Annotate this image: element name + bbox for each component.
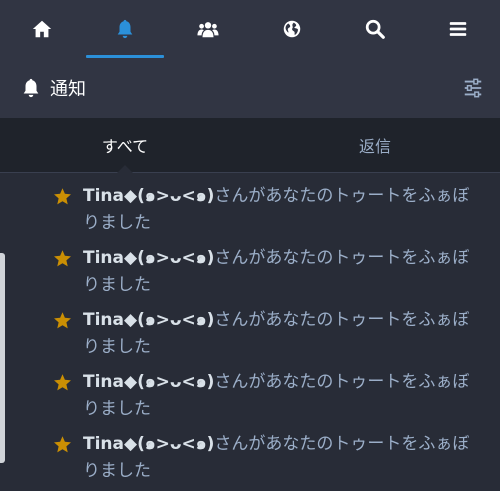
star-icon — [54, 374, 71, 391]
tab-search[interactable] — [333, 0, 416, 58]
star-icon — [54, 436, 71, 453]
column-title: 通知 — [50, 79, 86, 100]
star-icon — [54, 312, 71, 329]
notification-text: Tina◆(๑>ᴗ<๑)さんがあなたのトゥートをふぁぼ りました — [83, 183, 483, 237]
notification-filter-bar: すべて 返信 — [0, 118, 500, 173]
notification-item[interactable]: Tina◆(๑>ᴗ<๑)さんがあなたのトゥートをふぁぼ りました — [0, 235, 500, 297]
account-name[interactable]: Tina◆(๑>ᴗ<๑) — [83, 186, 214, 206]
account-name[interactable]: Tina◆(๑>ᴗ<๑) — [83, 248, 214, 268]
notification-message: さんがあなたのトゥートをふぁぼ — [214, 434, 470, 454]
column-header: 通知 — [0, 58, 500, 118]
notification-message: さんがあなたのトゥートをふぁぼ — [214, 372, 470, 392]
notification-text: Tina◆(๑>ᴗ<๑)さんがあなたのトゥートをふぁぼ りました — [83, 245, 483, 299]
filter-all-tab[interactable]: すべて — [0, 118, 250, 173]
globe-icon — [283, 20, 300, 38]
notification-text: Tina◆(๑>ᴗ<๑)さんがあなたのトゥートをふぁぼ りました — [83, 431, 483, 485]
notification-item[interactable]: Tina◆(๑>ᴗ<๑)さんがあなたのトゥートをふぁぼ りました — [0, 297, 500, 359]
account-name[interactable]: Tina◆(๑>ᴗ<๑) — [83, 372, 214, 392]
notification-message-cont: りました — [83, 399, 151, 419]
account-name[interactable]: Tina◆(๑>ᴗ<๑) — [83, 434, 214, 454]
notification-message-cont: りました — [83, 337, 151, 357]
bell-icon — [23, 78, 39, 98]
tab-local-timeline[interactable] — [167, 0, 250, 58]
notification-text: Tina◆(๑>ᴗ<๑)さんがあなたのトゥートをふぁぼ りました — [83, 369, 483, 423]
notification-message-cont: りました — [83, 461, 151, 481]
notification-item[interactable]: Tina◆(๑>ᴗ<๑)さんがあなたのトゥートをふぁぼ りました — [0, 421, 500, 483]
star-icon — [54, 250, 71, 267]
sliders-icon[interactable] — [462, 77, 484, 99]
tab-home[interactable] — [0, 0, 83, 58]
bell-icon — [117, 19, 133, 39]
notification-message-cont: りました — [83, 213, 151, 233]
search-icon — [365, 19, 385, 39]
home-icon — [32, 20, 51, 38]
filter-mentions-label: 返信 — [358, 137, 391, 156]
notification-item[interactable]: Tina◆(๑>ᴗ<๑)さんがあなたのトゥートをふぁぼ りました — [0, 359, 500, 421]
tab-federated-timeline[interactable] — [250, 0, 333, 58]
star-icon — [54, 188, 71, 205]
notification-message-cont: りました — [83, 275, 151, 295]
filter-mentions-tab[interactable]: 返信 — [250, 118, 500, 172]
notification-list: Tina◆(๑>ᴗ<๑)さんがあなたのトゥートをふぁぼ りました Tina◆(๑… — [0, 173, 500, 491]
filter-all-label: すべて — [101, 137, 149, 156]
account-name[interactable]: Tina◆(๑>ᴗ<๑) — [83, 310, 214, 330]
app-window: 通知 すべて 返信 Tina◆(๑>ᴗ<๑)さんがあなたのトゥートをふぁぼ りま… — [0, 0, 500, 491]
top-nav-bar — [0, 0, 500, 58]
tab-notifications[interactable] — [83, 0, 166, 58]
menu-icon — [450, 22, 467, 36]
notification-message: さんがあなたのトゥートをふぁぼ — [214, 310, 470, 330]
notification-text: Tina◆(๑>ᴗ<๑)さんがあなたのトゥートをふぁぼ りました — [83, 307, 483, 361]
notification-message: さんがあなたのトゥートをふぁぼ — [214, 186, 470, 206]
active-filter-indicator — [117, 165, 133, 173]
scrollbar[interactable] — [0, 253, 5, 463]
tab-menu[interactable] — [417, 0, 500, 58]
notification-message: さんがあなたのトゥートをふぁぼ — [214, 248, 470, 268]
notification-item[interactable]: Tina◆(๑>ᴗ<๑)さんがあなたのトゥートをふぁぼ りました — [0, 173, 500, 235]
users-icon — [197, 22, 219, 38]
